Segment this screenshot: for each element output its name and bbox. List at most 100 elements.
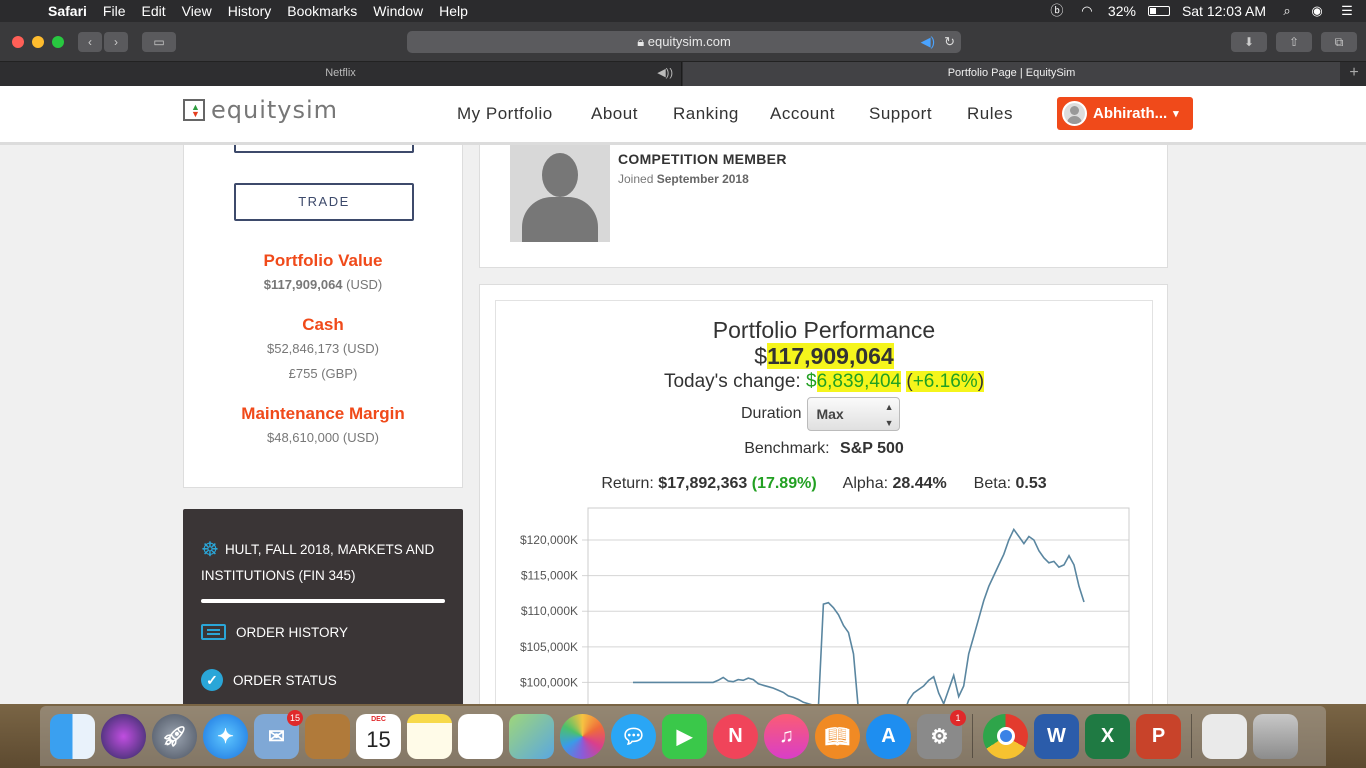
chrome-icon[interactable] bbox=[983, 713, 1028, 759]
site-header: ▲ ▼ equitysim My Portfolio About Ranking … bbox=[0, 86, 1366, 145]
performance-inner: Portfolio Performance $117,909,064 Today… bbox=[495, 300, 1153, 704]
partially-visible-button[interactable] bbox=[234, 145, 414, 153]
facetime-icon[interactable]: ▶ bbox=[662, 713, 707, 759]
user-name: Abhirath... bbox=[1093, 105, 1168, 122]
safari-icon[interactable]: ✦ bbox=[203, 713, 248, 759]
nav-about[interactable]: About bbox=[591, 104, 638, 124]
excel-icon[interactable]: X bbox=[1085, 713, 1130, 759]
logo-text: equitysim bbox=[211, 96, 339, 124]
select-arrows-icon: ▲ ▼ bbox=[884, 402, 894, 428]
benchmark-label: Benchmark: bbox=[744, 440, 830, 457]
nav-account[interactable]: Account bbox=[770, 104, 835, 124]
duration-select[interactable]: Max ▲ ▼ bbox=[807, 397, 901, 431]
portfolio-value-currency: (USD) bbox=[346, 277, 383, 292]
menu-bookmarks[interactable]: Bookmarks bbox=[279, 3, 365, 19]
powerpoint-icon[interactable]: P bbox=[1136, 713, 1181, 759]
back-icon[interactable]: ‹ bbox=[78, 32, 102, 52]
performance-stats: Return: $17,892,363 (17.89%) Alpha: 28.4… bbox=[496, 475, 1152, 493]
share-icon[interactable]: ⇧ bbox=[1276, 32, 1312, 52]
nav-ranking[interactable]: Ranking bbox=[673, 104, 739, 124]
order-status-link[interactable]: ✓ ORDER STATUS bbox=[201, 669, 337, 691]
messages-icon[interactable]: 💬︎ bbox=[611, 713, 656, 759]
chevron-down-icon: ▾ bbox=[1173, 108, 1179, 120]
documents-folder-icon[interactable] bbox=[1202, 713, 1247, 759]
launchpad-icon[interactable]: 🚀︎ bbox=[152, 713, 197, 759]
calendar-day: 15 bbox=[366, 727, 391, 752]
tab-label: Portfolio Page | EquitySim bbox=[947, 67, 1076, 79]
menu-safari[interactable]: Safari bbox=[40, 3, 95, 19]
word-icon[interactable]: W bbox=[1034, 713, 1079, 759]
fullscreen-window-button[interactable] bbox=[52, 36, 64, 48]
course-link[interactable]: ☸ HULT, FALL 2018, MARKETS AND INSTITUTIO… bbox=[201, 537, 451, 588]
y-tick-label: $115,000K bbox=[521, 569, 578, 583]
system-preferences-icon[interactable]: ⚙ 1 bbox=[917, 709, 966, 759]
performance-title: Portfolio Performance bbox=[712, 317, 936, 343]
speaker-icon[interactable]: ◀)) bbox=[657, 62, 673, 84]
b-status-icon[interactable]: ⓑ bbox=[1048, 4, 1066, 18]
reload-icon[interactable]: ↻ bbox=[944, 31, 955, 53]
cash-usd: $52,846,173 (USD) bbox=[184, 341, 462, 356]
siri-icon[interactable] bbox=[101, 713, 146, 759]
finder-icon[interactable] bbox=[50, 713, 95, 759]
tab-netflix[interactable]: Netflix ◀)) bbox=[0, 62, 682, 86]
return-amount: $17,892,363 bbox=[658, 475, 748, 492]
site-logo[interactable]: ▲ ▼ equitysim bbox=[183, 96, 338, 124]
forward-icon[interactable]: › bbox=[104, 32, 128, 52]
cash-gbp: £755 (GBP) bbox=[184, 366, 462, 381]
reminders-icon[interactable] bbox=[458, 713, 503, 759]
prefs-badge: 1 bbox=[950, 709, 966, 726]
close-window-button[interactable] bbox=[12, 36, 24, 48]
menu-edit[interactable]: Edit bbox=[133, 3, 173, 19]
calendar-icon[interactable]: DEC 15 bbox=[356, 713, 401, 759]
clock[interactable]: Sat 12:03 AM bbox=[1182, 3, 1266, 19]
notes-icon[interactable] bbox=[407, 713, 452, 759]
trade-button[interactable]: TRADE bbox=[234, 183, 414, 221]
app-store-icon[interactable]: A bbox=[866, 713, 911, 759]
y-tick-label: $110,000K bbox=[521, 604, 578, 618]
audio-playing-icon[interactable]: ◀) bbox=[921, 31, 935, 53]
user-menu-button[interactable]: Abhirath... ▾ bbox=[1057, 97, 1193, 130]
itunes-icon[interactable]: ♫ bbox=[764, 713, 809, 759]
contacts-icon[interactable] bbox=[305, 713, 350, 759]
lock-icon: 🔒︎ bbox=[637, 34, 645, 49]
menu-help[interactable]: Help bbox=[431, 3, 476, 19]
mail-icon[interactable]: ✉ 15 bbox=[254, 709, 303, 759]
portfolio-value-amount: $117,909,064 bbox=[263, 277, 343, 292]
menu-file[interactable]: File bbox=[95, 3, 134, 19]
nav-support[interactable]: Support bbox=[869, 104, 932, 124]
cash-usd-amount: $52,846,173 bbox=[266, 341, 340, 356]
minimize-window-button[interactable] bbox=[32, 36, 44, 48]
nav-my-portfolio[interactable]: My Portfolio bbox=[457, 104, 553, 124]
y-tick-label: $105,000K bbox=[520, 640, 578, 654]
spotlight-search-icon[interactable]: ⌕ bbox=[1278, 4, 1296, 18]
profile-card: COMPETITION MEMBER Joined September 2018 bbox=[479, 145, 1168, 268]
address-bar[interactable]: 🔒︎ equitysim.com ◀) ↻ bbox=[407, 31, 961, 53]
menu-history[interactable]: History bbox=[220, 3, 280, 19]
nav-rules[interactable]: Rules bbox=[967, 104, 1013, 124]
wifi-icon[interactable]: ◠ bbox=[1078, 4, 1096, 18]
menu-view[interactable]: View bbox=[174, 3, 220, 19]
joined-date: September 2018 bbox=[656, 172, 749, 186]
downloads-icon[interactable]: ⬇ bbox=[1231, 32, 1267, 52]
member-joined: Joined September 2018 bbox=[618, 172, 749, 186]
photos-icon[interactable] bbox=[560, 713, 605, 759]
notification-center-icon[interactable]: ☰ bbox=[1338, 4, 1356, 18]
news-icon[interactable]: N bbox=[713, 713, 758, 759]
siri-icon[interactable]: ◉ bbox=[1308, 4, 1326, 18]
ibooks-icon[interactable]: 📖︎ bbox=[815, 713, 860, 759]
portfolio-value-line[interactable] bbox=[633, 527, 1085, 704]
ship-wheel-icon: ☸ bbox=[201, 539, 219, 561]
maintenance-margin-currency: (USD) bbox=[342, 430, 380, 445]
order-history-link[interactable]: ORDER HISTORY bbox=[201, 624, 348, 640]
new-tab-button[interactable]: + bbox=[1342, 62, 1366, 86]
battery-icon[interactable] bbox=[1147, 6, 1170, 16]
sidebar-toggle-icon[interactable]: ▭ bbox=[142, 32, 176, 52]
performance-chart: $100,000K $105,000K $110,000K $115,000K $120… bbox=[520, 507, 1130, 704]
benchmark-value: S&P 500 bbox=[840, 440, 904, 457]
maps-icon[interactable] bbox=[509, 713, 554, 759]
tab-bar: Netflix ◀)) Portfolio Page | EquitySim + bbox=[0, 62, 1366, 86]
menu-window[interactable]: Window bbox=[365, 3, 431, 19]
trash-icon[interactable] bbox=[1253, 713, 1298, 759]
tab-equitysim[interactable]: Portfolio Page | EquitySim bbox=[683, 62, 1340, 86]
tab-overview-icon[interactable]: ⧉ bbox=[1321, 32, 1357, 52]
